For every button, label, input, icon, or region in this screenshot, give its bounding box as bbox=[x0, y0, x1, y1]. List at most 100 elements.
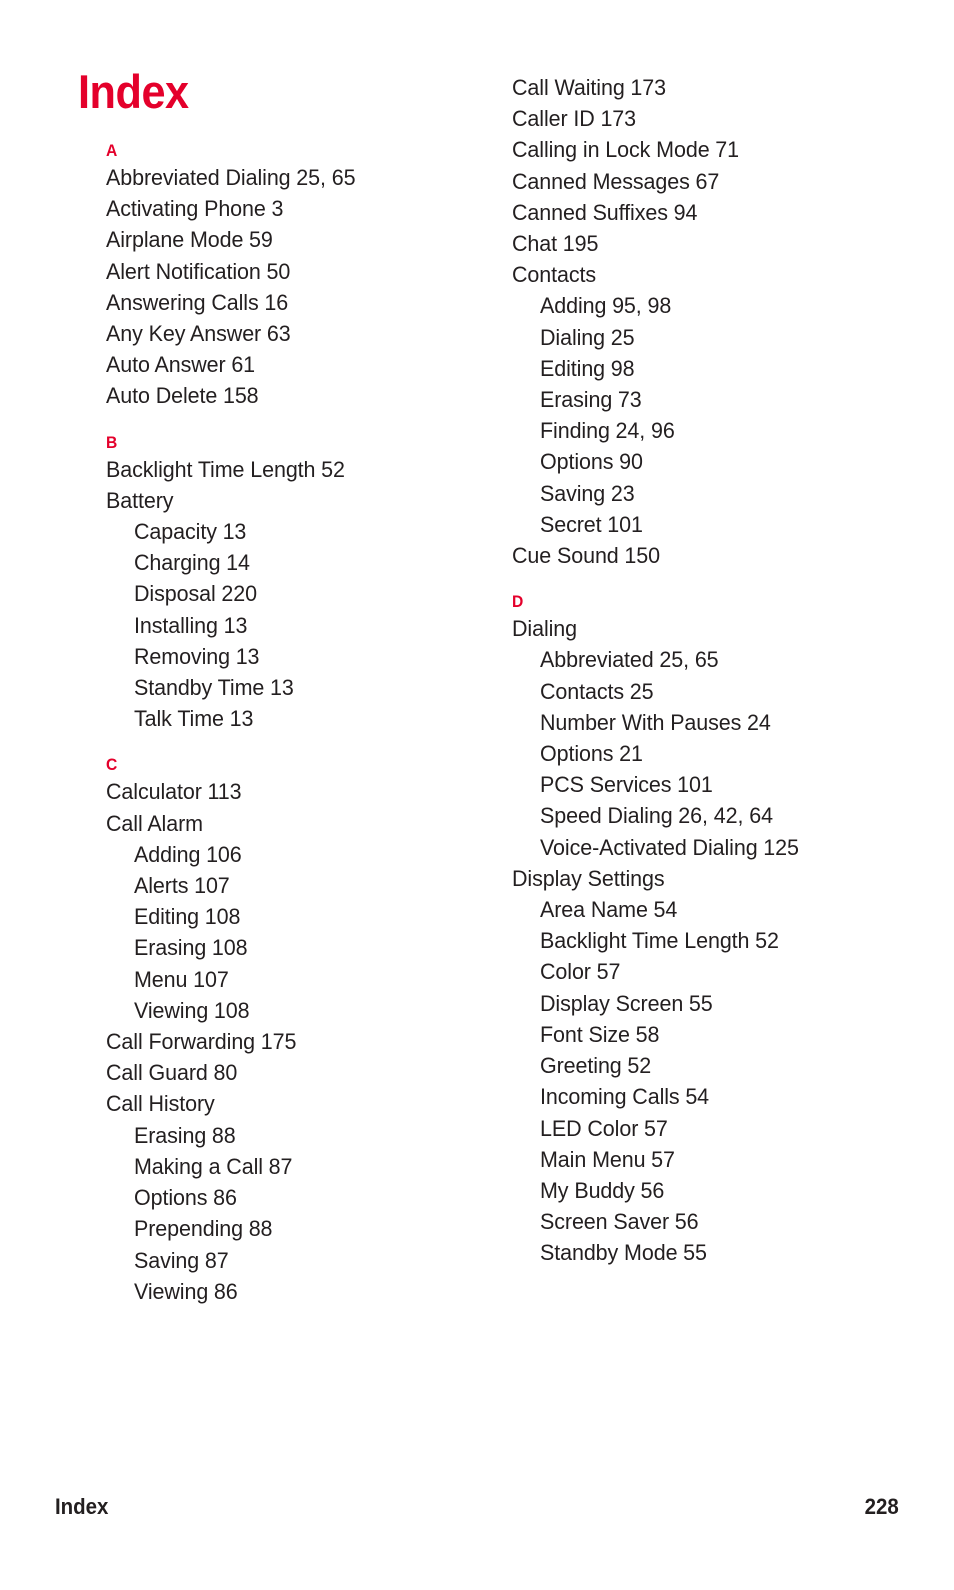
index-subentry: Options 90 bbox=[540, 446, 895, 477]
index-entry-pages: 13 bbox=[229, 706, 254, 732]
index-entry-pages: 59 bbox=[249, 227, 273, 253]
index-entry-pages: 113 bbox=[207, 779, 242, 805]
index-entry-pages: 173 bbox=[630, 75, 667, 100]
index-subentry: Talk Time 13 bbox=[134, 703, 489, 734]
index-entry-label: Dialing bbox=[540, 324, 606, 350]
index-entry-pages: 55 bbox=[683, 1240, 707, 1266]
index-entry-pages: 95, 98 bbox=[612, 293, 672, 319]
index-entry: Chat 195 bbox=[512, 228, 894, 259]
index-entry-label: Options bbox=[540, 449, 614, 475]
index-entry-pages: 107 bbox=[194, 873, 230, 899]
index-entry-pages: 25, 65 bbox=[659, 647, 719, 673]
index-entry-label: Canned Suffixes bbox=[512, 199, 668, 225]
index-entry: Dialing bbox=[512, 613, 894, 644]
index-entry: Calling in Lock Mode 71 bbox=[512, 134, 894, 165]
index-entry: Answering Calls 16 bbox=[106, 287, 488, 318]
index-entry-pages: 57 bbox=[596, 959, 621, 985]
index-entry-label: Any Key Answer bbox=[106, 321, 262, 347]
index-subentry: Removing 13 bbox=[134, 641, 489, 672]
index-entry-pages: 101 bbox=[607, 511, 643, 537]
index-entry-pages: 54 bbox=[685, 1084, 710, 1110]
index-subentry: Speed Dialing 26, 42, 64 bbox=[540, 800, 895, 831]
index-entry-label: Erasing bbox=[134, 1122, 207, 1148]
index-entry-label: Chat bbox=[512, 231, 558, 257]
index-subentry: Abbreviated 25, 65 bbox=[540, 644, 895, 675]
index-subentry: Incoming Calls 54 bbox=[540, 1081, 895, 1112]
index-entry-label: Canned Messages bbox=[512, 168, 690, 194]
index-entry-pages: 13 bbox=[235, 643, 260, 669]
index-entry-pages: 16 bbox=[264, 289, 289, 315]
index-subentry: Font Size 58 bbox=[540, 1019, 895, 1050]
index-entry-label: Auto Delete bbox=[106, 383, 218, 409]
index-subentry: Color 57 bbox=[540, 956, 895, 987]
index-entry-pages: 175 bbox=[260, 1029, 297, 1055]
index-entry-pages: 108 bbox=[213, 997, 250, 1023]
index-entry-pages: 158 bbox=[222, 383, 259, 409]
index-entry-label: Options bbox=[540, 741, 614, 767]
index-entry-pages: 80 bbox=[213, 1060, 238, 1086]
footer-page-number: 228 bbox=[864, 1494, 899, 1519]
index-entry-pages: 54 bbox=[653, 897, 678, 923]
index-entry-pages: 90 bbox=[619, 449, 643, 475]
index-entry-label: Prepending bbox=[134, 1216, 243, 1242]
index-subentry: Menu 107 bbox=[134, 964, 489, 995]
page-footer: Index 228 bbox=[55, 1490, 899, 1524]
index-subentry: Adding 106 bbox=[134, 839, 489, 870]
index-entry-label: Charging bbox=[134, 550, 221, 576]
index-subentry: Main Menu 57 bbox=[540, 1144, 895, 1175]
index-entry-label: Caller ID bbox=[512, 106, 595, 132]
index-entry: Call Waiting 173 bbox=[512, 72, 894, 103]
index-entry-label: Abbreviated Dialing bbox=[106, 165, 291, 190]
index-page: Index A Abbreviated Dialing 25, 65 Activati… bbox=[0, 0, 954, 1590]
index-entry-pages: 57 bbox=[643, 1115, 668, 1141]
index-subentry: Display Screen 55 bbox=[540, 988, 895, 1019]
index-entry-pages: 21 bbox=[619, 741, 643, 767]
footer-section-label: Index bbox=[55, 1494, 109, 1519]
index-entry-pages: 88 bbox=[211, 1122, 236, 1148]
index-entry-label: Contacts bbox=[512, 262, 597, 288]
index-entry-pages: 107 bbox=[193, 966, 229, 992]
index-columns: A Abbreviated Dialing 25, 65 Activating Pho… bbox=[0, 0, 954, 1590]
index-subentry: Options 86 bbox=[134, 1182, 489, 1213]
index-entry: Backlight Time Length 52 bbox=[106, 454, 488, 485]
index-entry-label: Screen Saver bbox=[540, 1209, 670, 1235]
index-entry-label: Display Settings bbox=[512, 865, 665, 891]
index-subentry: Voice-Activated Dialing 125 bbox=[540, 832, 895, 863]
index-entry: Canned Suffixes 94 bbox=[512, 197, 894, 228]
index-entry-pages: 63 bbox=[266, 321, 291, 347]
index-subentry: Viewing 86 bbox=[134, 1276, 489, 1307]
index-entry-label: Making a Call bbox=[134, 1153, 263, 1179]
index-subentry: Erasing 73 bbox=[540, 384, 895, 415]
index-entry-label: Adding bbox=[540, 293, 607, 319]
index-entry-pages: 3 bbox=[271, 196, 284, 222]
index-entry-label: Incoming Calls bbox=[540, 1084, 680, 1110]
index-entry-label: Area Name bbox=[540, 897, 648, 923]
index-entry-label: Erasing bbox=[134, 935, 207, 961]
index-entry-label: Standby Time bbox=[134, 675, 265, 701]
index-entry-pages: 67 bbox=[695, 168, 720, 194]
index-entry-pages: 88 bbox=[248, 1216, 273, 1242]
index-entry-pages: 25, 65 bbox=[296, 165, 356, 190]
index-entry-pages: 73 bbox=[617, 387, 642, 413]
index-subentry: Adding 95, 98 bbox=[540, 290, 895, 321]
index-entry-label: Alert Notification bbox=[106, 258, 261, 284]
index-entry-label: Calculator bbox=[106, 779, 202, 805]
index-entry-label: Backlight Time Length bbox=[540, 928, 750, 954]
index-entry-pages: 25 bbox=[629, 678, 654, 704]
index-entry-label: Removing bbox=[134, 643, 230, 669]
index-entry-label: Menu bbox=[134, 966, 188, 992]
index-entry-pages: 220 bbox=[221, 581, 257, 607]
index-entry-label: Speed Dialing bbox=[540, 803, 673, 829]
index-subentry: My Buddy 56 bbox=[540, 1175, 895, 1206]
index-entry-pages: 52 bbox=[321, 456, 345, 482]
index-subentry: Options 21 bbox=[540, 738, 895, 769]
index-entry-label: PCS Services bbox=[540, 772, 672, 798]
index-entry-pages: 52 bbox=[755, 928, 779, 954]
index-entry: Caller ID 173 bbox=[512, 103, 894, 134]
index-entry-pages: 55 bbox=[688, 990, 713, 1016]
index-entry-label: Viewing bbox=[134, 997, 209, 1023]
index-section-a: A Abbreviated Dialing 25, 65 Activating Pho… bbox=[106, 140, 506, 412]
index-entry-label: Saving bbox=[540, 480, 606, 506]
index-subentry: Prepending 88 bbox=[134, 1213, 489, 1244]
index-entry-label: Erasing bbox=[540, 387, 613, 413]
